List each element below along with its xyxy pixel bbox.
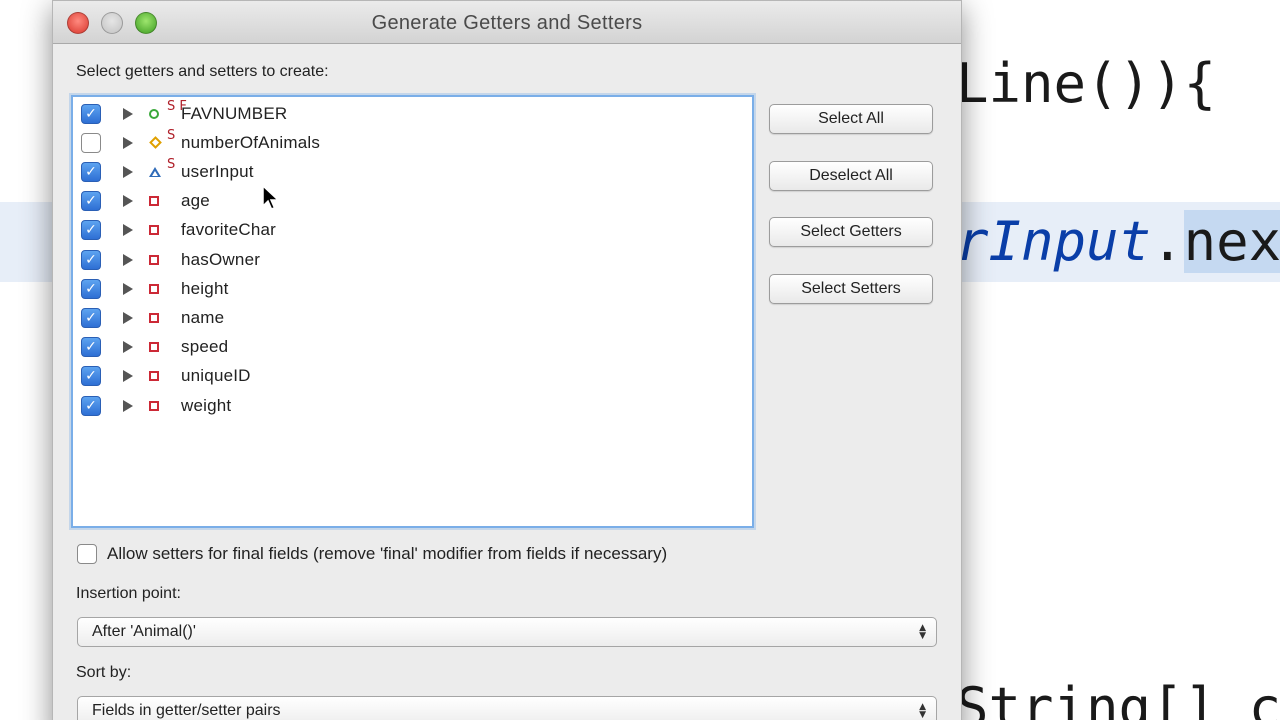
allow-final-setters-option[interactable]: Allow setters for final fields (remove '…	[77, 544, 667, 564]
field-checkbox[interactable]: ✓	[81, 161, 101, 182]
field-checkbox[interactable]: ✓	[81, 103, 101, 124]
field-row[interactable]: ✓ height	[73, 274, 752, 303]
expand-triangle-icon[interactable]	[123, 370, 133, 383]
expand-triangle-icon[interactable]	[123, 195, 133, 208]
expand-triangle-icon[interactable]	[123, 399, 133, 412]
select-arrows-icon: ▲ ▼	[919, 702, 926, 720]
select-setters-button[interactable]: Select Setters	[769, 274, 933, 304]
field-row[interactable]: ✓ age	[73, 187, 752, 216]
protected-field-icon	[149, 166, 161, 177]
field-name: userInput	[181, 161, 254, 181]
field-row[interactable]: ✓ weight	[73, 391, 752, 420]
list-prompt: Select getters and setters to create:	[76, 63, 329, 80]
allow-final-setters-checkbox[interactable]	[77, 544, 97, 564]
expand-triangle-icon[interactable]	[123, 136, 133, 149]
field-row[interactable]: ✓ favoriteChar	[73, 216, 752, 245]
field-checkbox[interactable]	[81, 132, 101, 153]
insertion-point-value: After 'Animal()'	[92, 623, 196, 640]
default-field-icon	[149, 136, 162, 150]
field-checkbox[interactable]: ✓	[81, 278, 101, 299]
title-bar: Generate Getters and Setters	[53, 1, 961, 44]
checkmark-icon: ✓	[85, 397, 97, 414]
field-checkbox[interactable]: ✓	[81, 307, 101, 328]
expand-triangle-icon[interactable]	[123, 282, 133, 295]
field-name: favoriteChar	[181, 220, 276, 240]
field-name: FAVNUMBER	[181, 103, 288, 123]
checkmark-icon: ✓	[85, 105, 97, 122]
field-name: speed	[181, 337, 229, 357]
field-row[interactable]: ✓ S F FAVNUMBER	[73, 99, 752, 128]
private-field-icon	[149, 371, 159, 382]
field-checkbox[interactable]: ✓	[81, 191, 101, 212]
field-row[interactable]: ✓ SuserInput	[73, 157, 752, 186]
field-name: uniqueID	[181, 366, 251, 386]
select-arrows-icon: ▲ ▼	[919, 623, 926, 641]
checkmark-icon: ✓	[85, 339, 97, 356]
insertion-point-select[interactable]: After 'Animal()' ▲ ▼	[77, 617, 937, 647]
sort-by-select[interactable]: Fields in getter/setter pairs ▲ ▼	[77, 696, 937, 720]
expand-triangle-icon[interactable]	[123, 253, 133, 266]
code-token: rInput	[956, 210, 1152, 273]
field-checkbox[interactable]: ✓	[81, 220, 101, 241]
private-field-icon	[149, 342, 159, 353]
checkmark-icon: ✓	[85, 193, 97, 210]
checkmark-icon: ✓	[85, 251, 97, 268]
checkmark-icon: ✓	[85, 309, 97, 326]
fields-tree[interactable]: ✓ S F FAVNUMBER SnumberOfAnimals ✓ SuserInput…	[71, 95, 754, 528]
field-row[interactable]: ✓ name	[73, 303, 752, 332]
field-name: weight	[181, 395, 232, 415]
field-name: hasOwner	[181, 249, 261, 269]
field-checkbox[interactable]: ✓	[81, 366, 101, 387]
generate-getters-setters-dialog: Generate Getters and Setters Select gett…	[52, 0, 962, 720]
code-line: rInput.nex	[956, 210, 1280, 273]
field-modifier-badge: S	[167, 128, 176, 144]
expand-triangle-icon[interactable]	[123, 107, 133, 120]
sort-by-label: Sort by:	[76, 664, 132, 681]
checkmark-icon: ✓	[85, 163, 97, 180]
checkmark-icon: ✓	[85, 368, 97, 385]
private-field-icon	[149, 400, 159, 411]
dialog-title: Generate Getters and Setters	[371, 12, 643, 34]
expand-triangle-icon[interactable]	[123, 341, 133, 354]
expand-triangle-icon[interactable]	[123, 165, 133, 178]
expand-triangle-icon[interactable]	[123, 224, 133, 237]
constant-field-icon	[149, 108, 159, 119]
private-field-icon	[149, 312, 159, 323]
select-all-button[interactable]: Select All	[769, 104, 933, 134]
private-field-icon	[149, 254, 159, 265]
field-row[interactable]: ✓ uniqueID	[73, 362, 752, 391]
field-name: name	[181, 307, 225, 327]
checkmark-icon: ✓	[85, 280, 97, 297]
field-checkbox[interactable]: ✓	[81, 395, 101, 416]
field-name: height	[181, 278, 229, 298]
private-field-icon	[149, 225, 159, 236]
select-getters-button[interactable]: Select Getters	[769, 217, 933, 247]
field-checkbox[interactable]: ✓	[81, 337, 101, 358]
allow-final-setters-label: Allow setters for final fields (remove '…	[107, 544, 668, 563]
sort-by-value: Fields in getter/setter pairs	[92, 702, 281, 719]
field-modifier-badge: S	[167, 157, 176, 173]
private-field-icon	[149, 283, 159, 294]
code-line: Line()){	[956, 52, 1217, 115]
field-name: age	[181, 191, 210, 211]
deselect-all-button[interactable]: Deselect All	[769, 161, 933, 191]
checkmark-icon: ✓	[85, 222, 97, 239]
private-field-icon	[149, 196, 159, 207]
expand-triangle-icon[interactable]	[123, 311, 133, 324]
field-row[interactable]: SnumberOfAnimals	[73, 128, 752, 157]
code-line: String[] c	[956, 676, 1280, 720]
field-name: numberOfAnimals	[181, 132, 321, 152]
insertion-point-label: Insertion point:	[76, 585, 181, 602]
field-row[interactable]: ✓ hasOwner	[73, 245, 752, 274]
code-selection: nex	[1183, 210, 1280, 273]
field-row[interactable]: ✓ speed	[73, 333, 752, 362]
code-token: .	[1151, 210, 1184, 273]
field-checkbox[interactable]: ✓	[81, 249, 101, 270]
